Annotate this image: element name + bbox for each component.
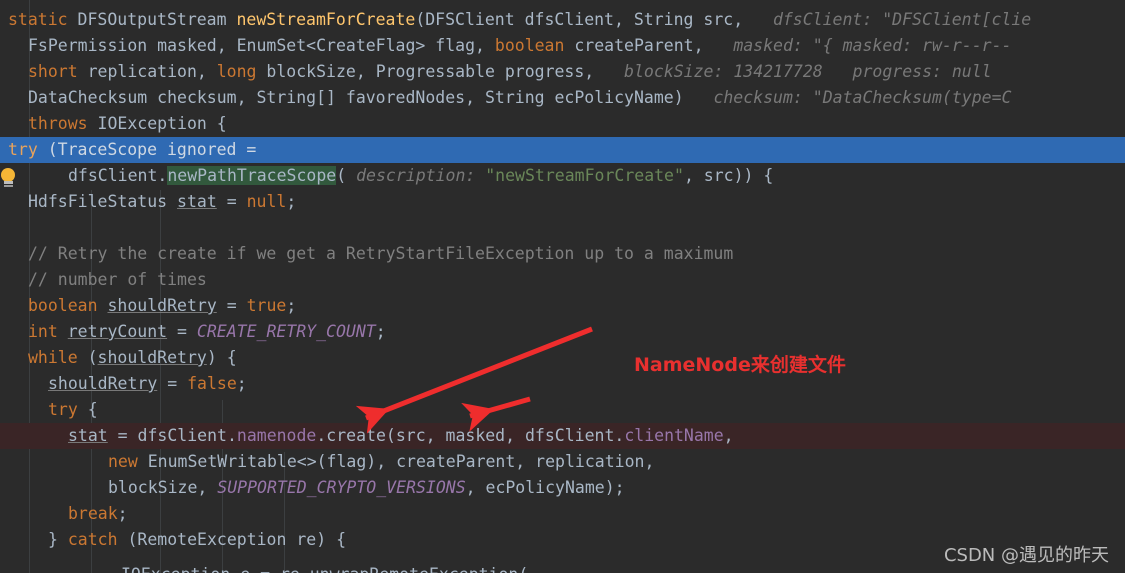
code-editor-screen: static DFSOutputStream newStreamForCreat… — [0, 0, 1125, 573]
code-line[interactable]: stat = dfsClient.namenode.create(src, ma… — [0, 423, 1125, 449]
code-token: dfsClient. — [68, 166, 168, 185]
code-line[interactable]: try (TraceScope ignored = — [0, 137, 1125, 163]
code-line[interactable]: break; — [0, 501, 1125, 527]
code-line[interactable] — [0, 215, 1125, 241]
code-token: shouldRetry — [48, 374, 158, 393]
code-token: static — [8, 10, 78, 29]
code-line[interactable]: short replication, long blockSize, Progr… — [0, 59, 1125, 85]
code-token: while — [28, 348, 88, 367]
code-line[interactable]: dfsClient.newPathTraceScope( description… — [0, 163, 1125, 189]
code-line[interactable]: FsPermission masked, EnumSet<CreateFlag>… — [0, 33, 1125, 59]
code-token: = — [216, 296, 247, 315]
code-token: // number of times — [28, 270, 207, 289]
code-token: try — [48, 400, 88, 419]
code-token: catch — [67, 530, 128, 549]
code-token: short — [28, 62, 88, 81]
code-token: blockSize, — [108, 478, 218, 497]
code-token: blockSize, Progressable progress, — [266, 62, 595, 81]
code-token: replication, — [87, 62, 217, 81]
code-token: stat — [177, 192, 217, 211]
code-token: createParent, — [574, 36, 704, 55]
code-token: = — [157, 374, 188, 393]
code-token: FsPermission masked, EnumSet<CreateFlag>… — [28, 36, 495, 55]
code-line[interactable]: static DFSOutputStream newStreamForCreat… — [0, 7, 1125, 33]
inline-debug-hint[interactable]: checksum: "DataChecksum(type=C — [684, 88, 1011, 107]
code-token: ; — [375, 322, 386, 341]
code-token: ( — [87, 348, 98, 367]
inline-debug-hint[interactable]: blockSize: 134217728 progress: null — [594, 62, 992, 81]
code-token: shouldRetry — [107, 296, 217, 315]
code-token: try — [8, 140, 48, 159]
code-token: (TraceScope ignored = — [47, 140, 257, 159]
code-token: long — [216, 62, 267, 81]
code-token: , src)) { — [683, 166, 774, 185]
code-token: break — [68, 504, 118, 523]
code-token: SUPPORTED_CRYPTO_VERSIONS — [217, 478, 466, 497]
code-token: newStreamForCreate — [236, 10, 416, 29]
code-token: ; — [286, 296, 297, 315]
code-token: "newStreamForCreate" — [485, 166, 684, 185]
code-line[interactable]: blockSize, SUPPORTED_CRYPTO_VERSIONS, ec… — [0, 475, 1125, 501]
code-line[interactable]: try { — [0, 397, 1125, 423]
code-token: EnumSetWritable<>(flag), createParent, r… — [147, 452, 655, 471]
inline-debug-hint[interactable]: dfsClient: "DFSClient[clie — [743, 10, 1031, 29]
parameter-hint: description: — [346, 166, 486, 185]
code-token: stat — [68, 426, 108, 445]
code-token: ; — [286, 192, 297, 211]
code-line[interactable]: while (shouldRetry) { — [0, 345, 1125, 371]
code-token: boolean — [494, 36, 575, 55]
code-token: .create(src, masked, dfsClient. — [316, 426, 625, 445]
lightbulb-base — [4, 181, 13, 184]
code-token: int — [28, 322, 68, 341]
code-token: HdfsFileStatus — [28, 192, 178, 211]
code-token: , ecPolicyName); — [465, 478, 625, 497]
code-token: , — [723, 426, 734, 445]
code-line[interactable]: new EnumSetWritable<>(flag), createParen… — [0, 449, 1125, 475]
code-token: = dfsClient. — [107, 426, 237, 445]
code-token: ; — [236, 374, 247, 393]
csdn-watermark: CSDN @遇见的昨天 — [943, 545, 1109, 566]
code-line[interactable]: throws IOException { — [0, 111, 1125, 137]
code-token: null — [246, 192, 287, 211]
code-token: = — [216, 192, 247, 211]
code-token: // Retry the create if we get a RetrySta… — [28, 244, 734, 263]
code-lines-container[interactable]: static DFSOutputStream newStreamForCreat… — [0, 0, 1125, 573]
code-line[interactable]: shouldRetry = false; — [0, 371, 1125, 397]
code-token: ) { — [206, 348, 237, 367]
code-token: ; — [117, 504, 128, 523]
code-token: clientName — [624, 426, 724, 445]
code-token: false — [187, 374, 237, 393]
code-line[interactable]: boolean shouldRetry = true; — [0, 293, 1125, 319]
inline-debug-hint[interactable]: masked: "{ masked: rw-r--r-- — [704, 36, 1011, 55]
code-line[interactable]: DataChecksum checksum, String[] favoredN… — [0, 85, 1125, 111]
code-token: DataChecksum checksum, String[] favoredN… — [28, 88, 684, 107]
code-token: new — [108, 452, 148, 471]
code-token: newPathTraceScope — [167, 166, 337, 185]
code-token: ( — [336, 166, 347, 185]
code-token: throws — [28, 114, 98, 133]
code-token: namenode — [236, 426, 317, 445]
code-token: (DFSClient dfsClient, String src, — [415, 10, 744, 29]
code-token: { — [87, 400, 98, 419]
code-token: (RemoteException re) { — [127, 530, 347, 549]
lightbulb-glass — [1, 168, 15, 182]
code-token: DFSOutputStream — [77, 10, 237, 29]
code-line[interactable]: // number of times — [0, 267, 1125, 293]
lightbulb-icon[interactable] — [0, 168, 18, 190]
code-token: shouldRetry — [97, 348, 207, 367]
code-token: = — [167, 322, 197, 341]
code-line[interactable]: // Retry the create if we get a RetrySta… — [0, 241, 1125, 267]
code-line[interactable]: HdfsFileStatus stat = null; — [0, 189, 1125, 215]
code-token: CREATE_RETRY_COUNT — [196, 322, 376, 341]
code-line[interactable]: int retryCount = CREATE_RETRY_COUNT; — [0, 319, 1125, 345]
code-token: } — [48, 530, 68, 549]
annotation-label: NameNode来创建文件 — [634, 354, 846, 376]
code-token: boolean — [28, 296, 108, 315]
code-token: retryCount — [67, 322, 168, 341]
code-token: true — [246, 296, 287, 315]
code-token: IOException { — [97, 114, 227, 133]
lightbulb-base-lower — [4, 185, 13, 187]
